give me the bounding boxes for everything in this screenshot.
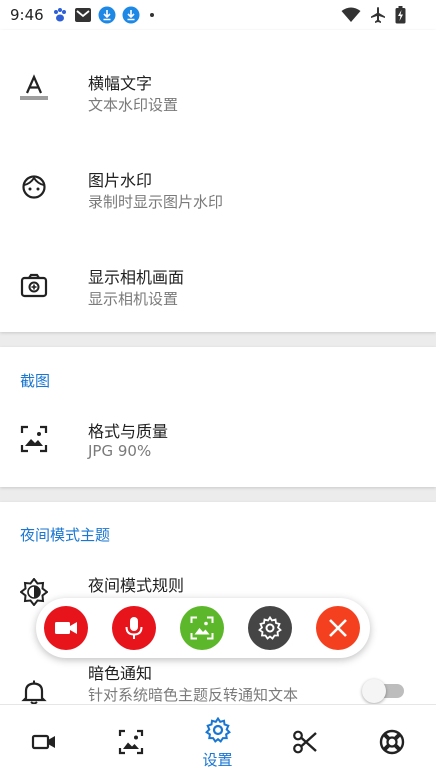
video-camera-icon	[31, 734, 55, 750]
status-time: 9:46	[10, 6, 44, 24]
item-title: 显示相机画面	[88, 268, 185, 287]
close-button[interactable]	[316, 606, 360, 650]
nav-settings-label: 设置	[202, 751, 233, 769]
section-header-night-mode: 夜间模式主题	[20, 526, 111, 544]
status-bar: 9:46	[0, 0, 436, 30]
wifi-icon	[341, 7, 361, 22]
watermark-settings-card: 横幅文字 文本水印设置 图片水印 录制时显示图片水印 显示相机画面 显示相机设置	[0, 30, 436, 332]
dark-notification-toggle[interactable]	[362, 679, 404, 703]
image-icon	[20, 425, 48, 453]
screenshot-button[interactable]	[180, 606, 224, 650]
nav-tools[interactable]	[261, 705, 348, 775]
video-camera-icon	[55, 622, 77, 634]
floating-toolbar	[36, 598, 370, 658]
brightness-icon	[20, 578, 48, 606]
notification-icons	[52, 6, 154, 24]
gear-icon	[258, 616, 282, 640]
more-notifications-dot	[150, 13, 154, 17]
text-format-icon	[20, 74, 48, 100]
scissors-icon	[293, 730, 317, 754]
bottom-navigation: 设置	[0, 704, 436, 775]
nav-help[interactable]	[348, 705, 435, 775]
toggle-knob	[362, 679, 386, 703]
banner-text-item[interactable]: 横幅文字 文本水印设置	[0, 30, 436, 127]
item-subtitle: 录制时显示图片水印	[88, 193, 224, 211]
show-camera-item[interactable]: 显示相机画面 显示相机设置	[0, 224, 436, 321]
section-header-screenshot: 截图	[20, 372, 51, 390]
record-video-button[interactable]	[44, 606, 88, 650]
item-title: 图片水印	[88, 171, 153, 190]
close-icon	[329, 619, 347, 637]
camera-icon	[20, 273, 48, 298]
screenshot-settings-card: 截图 格式与质量 JPG 90%	[0, 347, 436, 487]
gear-icon	[205, 717, 231, 743]
image-icon	[118, 729, 144, 755]
face-icon	[22, 175, 46, 199]
lifebuoy-icon	[379, 729, 405, 755]
nav-settings[interactable]: 设置	[174, 705, 261, 775]
format-quality-item[interactable]: 格式与质量 JPG 90%	[0, 401, 436, 487]
nav-screenshots[interactable]	[87, 705, 174, 775]
airplane-icon	[371, 7, 385, 23]
system-icons	[341, 6, 406, 24]
download-icon-2	[122, 6, 140, 24]
bell-icon	[21, 680, 47, 705]
item-subtitle: 文本水印设置	[88, 96, 179, 114]
settings-button[interactable]	[248, 606, 292, 650]
item-title: 横幅文字	[88, 74, 153, 93]
screenshot-icon	[190, 616, 214, 640]
item-title: 暗色通知	[88, 664, 153, 683]
microphone-button[interactable]	[112, 606, 156, 650]
nav-videos[interactable]	[0, 705, 87, 775]
baidu-paw-icon	[54, 8, 66, 22]
download-icon	[98, 6, 116, 24]
image-watermark-item[interactable]: 图片水印 录制时显示图片水印	[0, 127, 436, 224]
item-title: 夜间模式规则	[88, 576, 185, 595]
battery-charging-icon	[395, 6, 406, 24]
item-subtitle: 显示相机设置	[88, 290, 179, 308]
item-subtitle: 针对系统暗色主题反转通知文本	[88, 686, 299, 704]
microphone-icon	[125, 617, 143, 639]
mail-icon	[75, 8, 91, 22]
item-subtitle: JPG 90%	[88, 442, 152, 460]
item-title: 格式与质量	[88, 422, 169, 441]
